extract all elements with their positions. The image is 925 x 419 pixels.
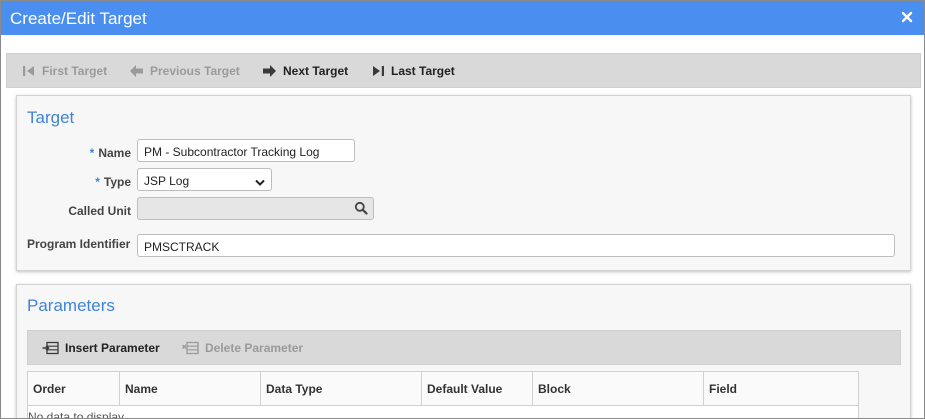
insert-parameter-label: Insert Parameter	[65, 340, 160, 355]
required-marker: *	[89, 146, 95, 160]
column-header-default-value[interactable]: Default Value	[422, 372, 533, 405]
parameters-grid: Order Name Data Type Default Value Block…	[27, 371, 859, 419]
right-arrow-icon	[263, 64, 276, 77]
program-identifier-input[interactable]: PMSCTRACK	[137, 234, 895, 257]
required-marker: *	[95, 175, 100, 189]
column-header-name[interactable]: Name	[120, 372, 261, 405]
column-header-data-type[interactable]: Data Type	[261, 372, 422, 405]
type-select[interactable]: JSP Log	[137, 168, 272, 191]
previous-target-label: Previous Target	[150, 63, 240, 78]
column-header-block[interactable]: Block	[533, 372, 704, 405]
delete-parameter-label: Delete Parameter	[205, 340, 304, 355]
called-unit-input	[137, 197, 374, 220]
column-header-order[interactable]: Order	[28, 372, 120, 405]
type-field-label: * Type	[95, 175, 131, 189]
name-field-label: * Name	[89, 146, 131, 160]
column-header-field[interactable]: Field	[704, 372, 858, 405]
program-identifier-label: Program Identifier	[27, 237, 131, 251]
dialog-title: Create/Edit Target	[10, 9, 147, 28]
called-unit-label: Called Unit	[68, 204, 131, 218]
close-icon[interactable]	[900, 10, 914, 24]
create-edit-target-dialog: Create/Edit Target First Target Previous…	[0, 0, 925, 419]
last-arrow-icon	[373, 65, 384, 76]
target-panel: Target * Name PM - Subcontractor Tracking…	[16, 95, 911, 271]
insert-parameter-button[interactable]: Insert Parameter	[42, 331, 160, 364]
search-icon	[354, 201, 368, 218]
delete-row-icon	[182, 341, 199, 354]
name-input[interactable]: PM - Subcontractor Tracking Log	[137, 139, 355, 162]
insert-row-icon	[42, 341, 59, 354]
type-select-value: JSP Log	[144, 174, 190, 188]
chevron-down-icon	[255, 176, 265, 190]
left-arrow-icon	[130, 64, 143, 77]
next-target-label: Next Target	[283, 63, 349, 78]
last-target-button[interactable]: Last Target	[371, 54, 455, 87]
next-target-button[interactable]: Next Target	[262, 54, 348, 87]
grid-header-row: Order Name Data Type Default Value Block…	[28, 372, 858, 406]
previous-target-button[interactable]: Previous Target	[129, 54, 240, 87]
last-target-label: Last Target	[391, 63, 455, 78]
parameters-section-title: Parameters	[27, 296, 115, 315]
first-target-label: First Target	[42, 63, 108, 78]
empty-grid-message: No data to display.	[28, 410, 127, 419]
first-target-button[interactable]: First Target	[22, 54, 107, 87]
parameters-panel: Parameters Insert Parameter Delete Param…	[16, 284, 911, 419]
target-navigation-toolbar: First Target Previous Target Next Target…	[6, 53, 921, 88]
delete-parameter-button[interactable]: Delete Parameter	[182, 331, 303, 364]
first-arrow-icon	[23, 65, 34, 76]
target-section-title: Target	[27, 108, 75, 127]
dialog-titlebar: Create/Edit Target	[1, 1, 924, 35]
parameters-toolbar: Insert Parameter Delete Parameter	[27, 330, 901, 365]
